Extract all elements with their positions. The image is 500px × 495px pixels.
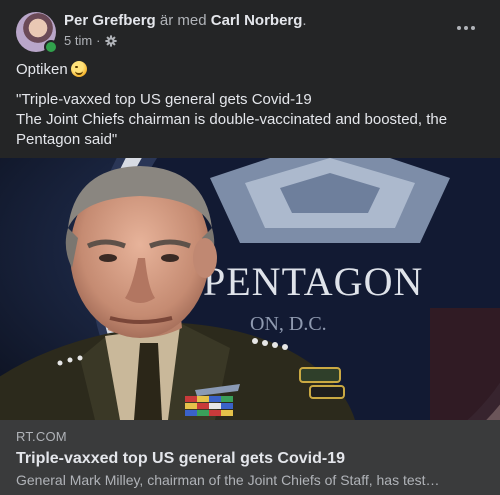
link-description: General Mark Milley, chairman of the Joi… xyxy=(16,472,440,488)
meta-separator: · xyxy=(96,33,101,48)
author-name[interactable]: Per Grefberg xyxy=(64,12,156,29)
sign-subtext: ON, D.C. xyxy=(250,313,327,335)
more-options-icon[interactable] xyxy=(452,18,480,38)
pentagon-briefing-photo: PENTAGON ON, D.C. xyxy=(0,158,500,420)
post-text-line: Optiken xyxy=(16,60,484,80)
facebook-post: Per Grefberg är med Carl Norberg. 5 tim … xyxy=(0,0,500,495)
tagged-name[interactable]: Carl Norberg xyxy=(211,12,303,29)
more-dot xyxy=(457,26,461,30)
post-meta: 5 tim · xyxy=(64,33,117,49)
more-dot xyxy=(471,26,475,30)
quote-line-1: "Triple-vaxxed top US general gets Covid… xyxy=(16,91,312,108)
sign-text: PENTAGON xyxy=(203,259,423,304)
more-dot xyxy=(464,26,468,30)
online-status-indicator xyxy=(44,40,58,54)
post-body: Optiken "Triple-vaxxed top US general ge… xyxy=(16,60,484,150)
author-line: Per Grefberg är med Carl Norberg. xyxy=(64,12,307,30)
link-preview-card[interactable]: RT.COM Triple-vaxxed top US general gets… xyxy=(0,420,500,495)
post-time[interactable]: 5 tim xyxy=(64,33,92,49)
with-text: är med xyxy=(159,12,207,29)
post-header: Per Grefberg är med Carl Norberg. 5 tim … xyxy=(0,0,500,58)
name-end: . xyxy=(302,12,307,29)
link-title[interactable]: Triple-vaxxed top US general gets Covid-… xyxy=(16,449,345,469)
link-domain: RT.COM xyxy=(16,429,67,444)
link-preview-image[interactable]: PENTAGON ON, D.C. xyxy=(0,158,500,420)
quote-line-2: The Joint Chiefs chairman is double-vacc… xyxy=(16,111,448,148)
gear-icon[interactable] xyxy=(104,35,117,47)
post-text: Optiken xyxy=(16,61,68,78)
winking-face-emoji-icon xyxy=(70,61,87,77)
